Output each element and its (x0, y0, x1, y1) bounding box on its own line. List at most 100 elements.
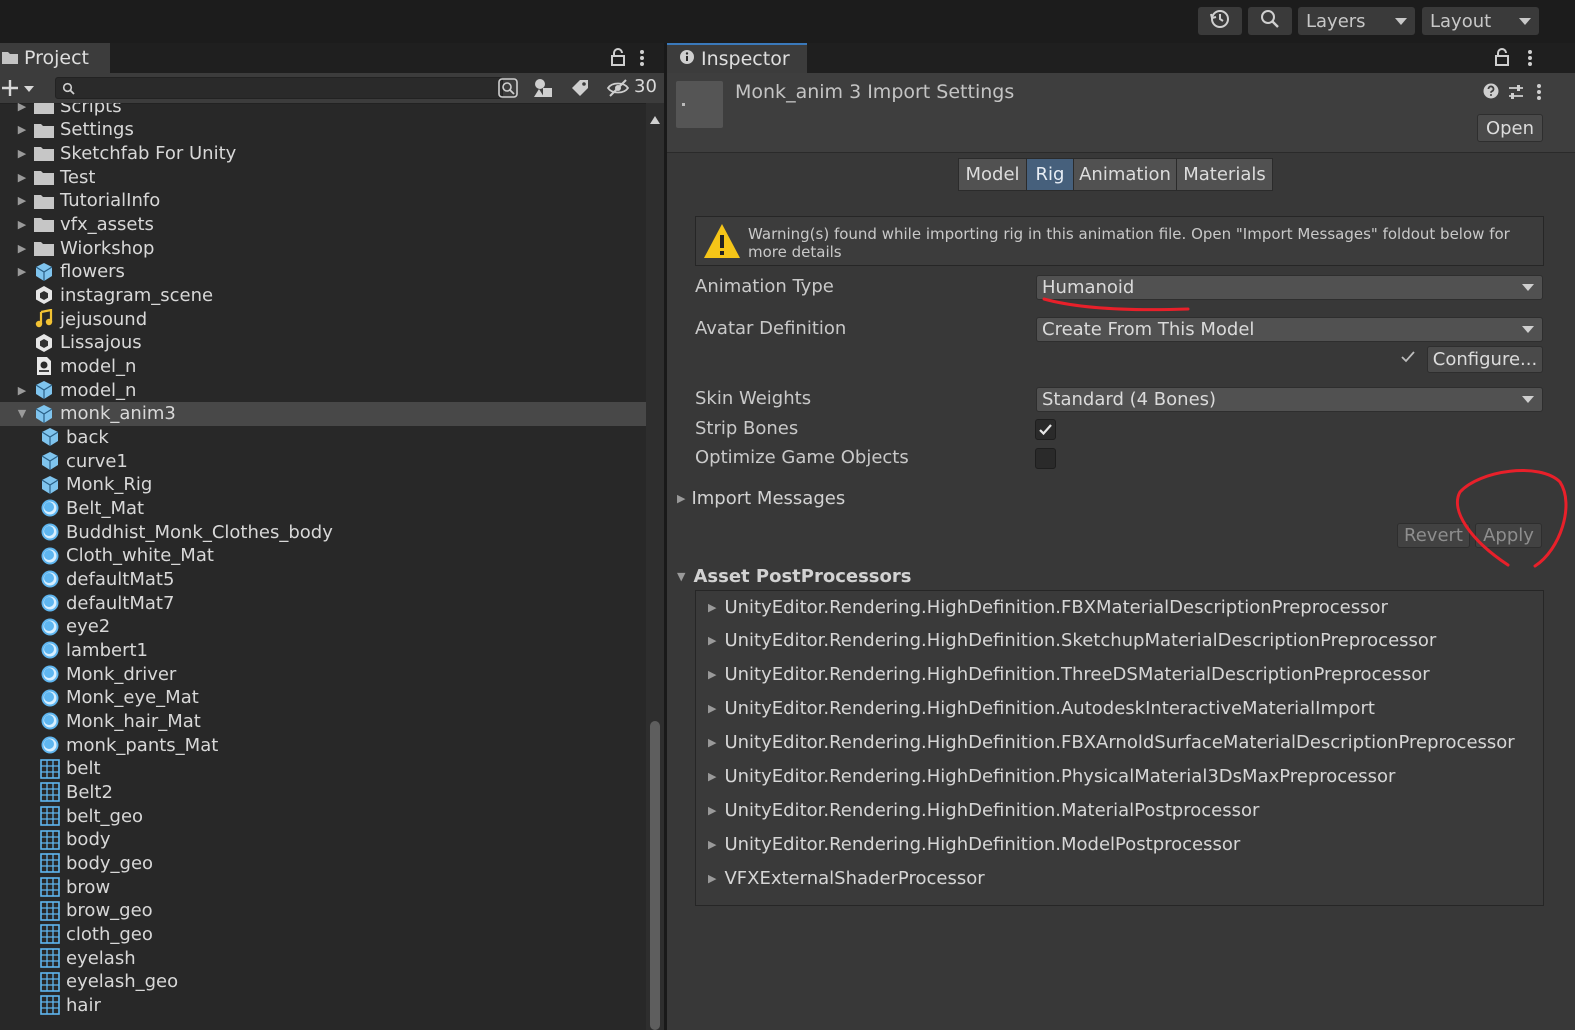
tree-item[interactable]: Monk_Rig (0, 473, 646, 497)
chevron-right-icon[interactable]: ▶ (16, 171, 28, 184)
tree-item[interactable]: ▶ Scripts (0, 103, 646, 118)
tree-item[interactable]: lambert1 (0, 638, 646, 662)
tree-item[interactable]: jejusound (0, 307, 646, 331)
tree-item[interactable]: Cloth_white_Mat (0, 544, 646, 568)
tree-item[interactable]: Monk_eye_Mat (0, 686, 646, 710)
chevron-right-icon[interactable]: ▶ (16, 242, 28, 255)
tree-item[interactable]: hair (0, 993, 646, 1017)
scroll-thumb[interactable] (650, 721, 660, 1030)
chevron-right-icon[interactable]: ▶ (16, 103, 28, 113)
tree-item[interactable]: body (0, 828, 646, 852)
chevron-right-icon[interactable]: ▶ (16, 147, 28, 160)
tab-animation[interactable]: Animation (1073, 158, 1177, 191)
help-icon[interactable] (1483, 83, 1499, 103)
chevron-down-icon[interactable]: ▼ (16, 407, 28, 420)
create-plus-icon[interactable] (2, 77, 38, 103)
open-button[interactable]: Open (1477, 114, 1543, 142)
tree-item[interactable]: Belt_Mat (0, 496, 646, 520)
postprocessor-item[interactable]: ▶ UnityEditor.Rendering.HighDefinition.Sk… (708, 629, 1436, 653)
tree-item[interactable]: brow_geo (0, 899, 646, 923)
tree-item[interactable]: defaultMat7 (0, 591, 646, 615)
tree-item[interactable]: monk_pants_Mat (0, 733, 646, 757)
animation-type-dropdown[interactable]: Humanoid (1036, 275, 1543, 300)
tree-item[interactable]: ▶ Sketchfab For Unity (0, 141, 646, 165)
asset-postprocessors-foldout[interactable]: ▼ Asset PostProcessors (677, 564, 911, 588)
lock-icon[interactable] (610, 48, 626, 70)
avatar-definition-dropdown[interactable]: Create From This Model (1036, 317, 1543, 342)
project-search-input[interactable] (55, 77, 503, 99)
scroll-up-icon[interactable] (650, 109, 660, 128)
chevron-right-icon[interactable]: ▶ (16, 218, 28, 231)
skin-weights-dropdown[interactable]: Standard (4 Bones) (1036, 387, 1543, 412)
tree-item[interactable]: back (0, 425, 646, 449)
postprocessor-item[interactable]: ▶ UnityEditor.Rendering.HighDefinition.Ma… (708, 798, 1259, 822)
postprocessor-item[interactable]: ▶ UnityEditor.Rendering.HighDefinition.Au… (708, 697, 1375, 721)
revert-button[interactable]: Revert (1397, 523, 1470, 548)
tree-item[interactable]: eyelash (0, 946, 646, 970)
tab-model[interactable]: Model (958, 158, 1027, 191)
strip-bones-checkbox[interactable] (1035, 419, 1056, 440)
tree-item[interactable]: brow (0, 875, 646, 899)
chevron-right-icon: ▶ (708, 600, 717, 614)
tree-item-selected[interactable]: ▼ monk_anim3 (0, 401, 646, 426)
chevron-right-icon[interactable]: ▶ (16, 265, 28, 278)
tree-item[interactable]: belt_geo (0, 804, 646, 828)
tree-item[interactable]: ▶ model_n (0, 378, 646, 402)
hidden-packages-eye-icon[interactable] (606, 77, 630, 103)
tree-item[interactable]: ▶ Wiorkshop (0, 236, 646, 260)
layers-dropdown[interactable]: Layers (1298, 7, 1415, 35)
kebab-menu-icon[interactable] (638, 48, 646, 72)
lock-icon[interactable] (1494, 48, 1510, 70)
tree-item[interactable]: Lissajous (0, 331, 646, 355)
postprocessor-item[interactable]: ▶ UnityEditor.Rendering.HighDefinition.Th… (708, 663, 1430, 687)
tree-item[interactable]: model_n (0, 354, 646, 378)
tree-item[interactable]: ▶ TutorialInfo (0, 189, 646, 213)
kebab-menu-icon[interactable] (1535, 82, 1543, 106)
preset-sliders-icon[interactable] (1507, 83, 1525, 105)
history-button[interactable] (1198, 7, 1242, 35)
tree-item[interactable]: eye2 (0, 615, 646, 639)
tab-inspector[interactable]: Inspector (667, 43, 807, 73)
tree-item[interactable]: Belt2 (0, 780, 646, 804)
tree-item[interactable]: curve1 (0, 449, 646, 473)
tab-materials[interactable]: Materials (1176, 158, 1273, 191)
tree-item[interactable]: instagram_scene (0, 283, 646, 307)
search-button[interactable] (1248, 7, 1292, 35)
label-tag-icon[interactable] (569, 77, 591, 103)
chevron-right-icon[interactable]: ▶ (16, 123, 28, 136)
tree-item[interactable]: body_geo (0, 851, 646, 875)
postprocessor-item[interactable]: ▶ UnityEditor.Rendering.HighDefinition.FB… (708, 595, 1388, 619)
tree-item[interactable]: ▶ vfx_assets (0, 212, 646, 236)
tree-item[interactable]: defaultMat5 (0, 567, 646, 591)
tree-item[interactable]: eyelash_geo (0, 970, 646, 994)
chevron-right-icon[interactable]: ▶ (16, 194, 28, 207)
import-messages-foldout[interactable]: ▶ Import Messages (677, 486, 845, 510)
search-by-type-icon[interactable] (497, 77, 519, 103)
layout-dropdown[interactable]: Layout (1422, 7, 1539, 35)
postprocessor-item[interactable]: ▶ VFXExternalShaderProcessor (708, 866, 985, 890)
tree-item[interactable]: belt (0, 757, 646, 781)
tree-item[interactable]: ▶ Settings (0, 118, 646, 142)
tree-item[interactable]: Monk_hair_Mat (0, 709, 646, 733)
material-sphere-icon (40, 689, 60, 707)
postprocessor-item[interactable]: ▶ UnityEditor.Rendering.HighDefinition.Mo… (708, 832, 1240, 856)
filter-by-type-icon[interactable] (532, 77, 554, 103)
tree-item[interactable]: cloth_geo (0, 922, 646, 946)
tree-item[interactable]: ▶ flowers (0, 260, 646, 284)
tree-item[interactable]: ▶ Test (0, 165, 646, 189)
postprocessor-item[interactable]: ▶ UnityEditor.Rendering.HighDefinition.Ph… (708, 765, 1395, 789)
optimize-game-objects-checkbox[interactable] (1035, 448, 1056, 469)
tab-rig[interactable]: Rig (1026, 158, 1074, 191)
mesh-grid-icon (40, 806, 60, 826)
chevron-right-icon[interactable]: ▶ (16, 384, 28, 397)
tree-item[interactable]: Monk_driver (0, 662, 646, 686)
configure-button[interactable]: Configure... (1427, 346, 1543, 373)
mesh-grid-icon (40, 948, 60, 968)
tab-project[interactable]: Project (0, 43, 110, 73)
tree-item[interactable]: Buddhist_Monk_Clothes_body (0, 520, 646, 544)
info-icon (679, 48, 695, 70)
project-scrollbar[interactable] (646, 103, 664, 1030)
postprocessor-item[interactable]: ▶ UnityEditor.Rendering.HighDefinition.FB… (708, 731, 1515, 755)
apply-button[interactable]: Apply (1475, 523, 1542, 548)
kebab-menu-icon[interactable] (1526, 48, 1534, 72)
